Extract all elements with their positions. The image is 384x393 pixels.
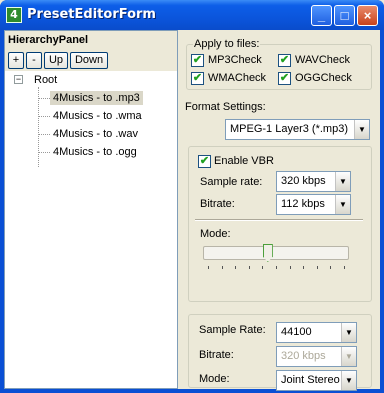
chevron-down-icon[interactable]: ▼ <box>354 120 369 139</box>
bitrate-value: 320 kbps <box>281 350 326 362</box>
hierarchy-panel: HierarchyPanel + - Up Down − Root 4Music… <box>4 30 178 389</box>
apply-to-files-group: Apply to files: ✔ MP3Check ✔ WAVCheck ✔ … <box>186 38 372 90</box>
slider-tick <box>303 266 305 269</box>
tree-root[interactable]: Root <box>34 74 57 86</box>
preset-editor-window: 4 PresetEditorForm _ □ × HierarchyPanel … <box>0 0 384 393</box>
vbr-sample-rate-label: Sample rate: <box>200 176 263 188</box>
chevron-down-icon[interactable]: ▼ <box>335 195 350 214</box>
bitrate-label: Bitrate: <box>199 349 234 361</box>
vbr-mode-label: Mode: <box>200 228 231 240</box>
slider-tick <box>330 266 332 269</box>
slider-tick <box>344 266 345 269</box>
format-dropdown[interactable]: MPEG-1 Layer3 (*.mp3) ▼ <box>225 119 370 140</box>
hierarchy-tree[interactable]: − Root 4Musics - to .mp3 4Musics - to .w… <box>5 71 177 388</box>
tree-item-ogg[interactable]: 4Musics - to .ogg <box>53 146 137 158</box>
add-button[interactable]: + <box>8 52 24 69</box>
remove-button[interactable]: - <box>26 52 42 69</box>
format-settings-label: Format Settings: <box>185 101 266 113</box>
slider-tick <box>316 266 318 269</box>
enable-vbr-label[interactable]: Enable VBR <box>214 155 274 167</box>
mode-value: Joint Stereo <box>281 374 340 386</box>
chevron-down-icon[interactable]: ▼ <box>335 172 350 191</box>
bitrate-dropdown: 320 kbps ▼ <box>276 346 357 367</box>
tree-item-wma[interactable]: 4Musics - to .wma <box>53 110 142 122</box>
ogg-check-label[interactable]: OGGCheck <box>295 72 352 84</box>
title-bar[interactable]: 4 PresetEditorForm _ □ × <box>0 0 384 30</box>
mp3-checkbox[interactable]: ✔ <box>191 54 204 67</box>
enable-vbr-checkbox[interactable]: ✔ <box>198 155 211 168</box>
tree-line <box>38 98 50 99</box>
maximize-button[interactable]: □ <box>334 5 355 26</box>
tree-item-wav[interactable]: 4Musics - to .wav <box>53 128 138 140</box>
sample-rate-dropdown[interactable]: 44100 ▼ <box>276 322 357 343</box>
close-button[interactable]: × <box>357 5 378 26</box>
slider-tick <box>276 266 277 269</box>
minimize-button[interactable]: _ <box>311 5 332 26</box>
hierarchy-toolbar: + - Up Down <box>5 49 177 71</box>
ogg-checkbox[interactable]: ✔ <box>278 72 291 85</box>
collapse-icon[interactable]: − <box>14 75 23 84</box>
chevron-down-icon[interactable]: ▼ <box>341 371 356 390</box>
vbr-group: ✔ Enable VBR Sample rate: 320 kbps ▼ Bit… <box>188 146 372 302</box>
slider-tick <box>221 266 223 269</box>
move-down-button[interactable]: Down <box>70 52 108 69</box>
apply-to-files-label: Apply to files: <box>193 38 261 50</box>
slider-tick <box>262 266 264 269</box>
tree-line <box>38 116 50 117</box>
vbr-bitrate-label: Bitrate: <box>200 198 235 210</box>
move-up-button[interactable]: Up <box>44 52 68 69</box>
tree-line <box>38 134 50 135</box>
vbr-sample-rate-dropdown[interactable]: 320 kbps ▼ <box>276 171 351 192</box>
format-dropdown-value: MPEG-1 Layer3 (*.mp3) <box>230 123 348 135</box>
mode-slider-track[interactable] <box>203 246 349 260</box>
wav-check-label[interactable]: WAVCheck <box>295 54 350 66</box>
window-title: PresetEditorForm <box>27 7 156 22</box>
tree-line <box>38 152 50 153</box>
hierarchy-panel-header: HierarchyPanel <box>5 31 177 49</box>
slider-tick <box>248 266 250 269</box>
slider-tick <box>208 266 209 269</box>
wma-checkbox[interactable]: ✔ <box>191 72 204 85</box>
wma-check-label[interactable]: WMACheck <box>208 72 266 84</box>
app-icon: 4 <box>6 7 22 23</box>
mode-label: Mode: <box>199 373 230 385</box>
vbr-sample-rate-value: 320 kbps <box>281 175 326 187</box>
mode-dropdown[interactable]: Joint Stereo ▼ <box>276 370 357 391</box>
chevron-down-icon: ▼ <box>341 347 356 366</box>
client-area: HierarchyPanel + - Up Down − Root 4Music… <box>4 30 380 391</box>
tree-line <box>38 87 39 167</box>
vbr-bitrate-value: 112 kbps <box>281 198 325 210</box>
tree-item-mp3[interactable]: 4Musics - to .mp3 <box>50 91 143 105</box>
slider-tick <box>235 266 237 269</box>
chevron-down-icon[interactable]: ▼ <box>341 323 356 342</box>
settings-panel: Apply to files: ✔ MP3Check ✔ WAVCheck ✔ … <box>178 30 380 391</box>
sample-rate-value: 44100 <box>281 326 312 338</box>
separator <box>195 219 363 221</box>
output-settings-group: Sample Rate: 44100 ▼ Bitrate: 320 kbps ▼… <box>188 314 372 391</box>
sample-rate-label: Sample Rate: <box>199 324 266 336</box>
wav-checkbox[interactable]: ✔ <box>278 54 291 67</box>
mp3-check-label[interactable]: MP3Check <box>208 54 262 66</box>
vbr-bitrate-dropdown[interactable]: 112 kbps ▼ <box>276 194 351 215</box>
slider-tick <box>289 266 291 269</box>
